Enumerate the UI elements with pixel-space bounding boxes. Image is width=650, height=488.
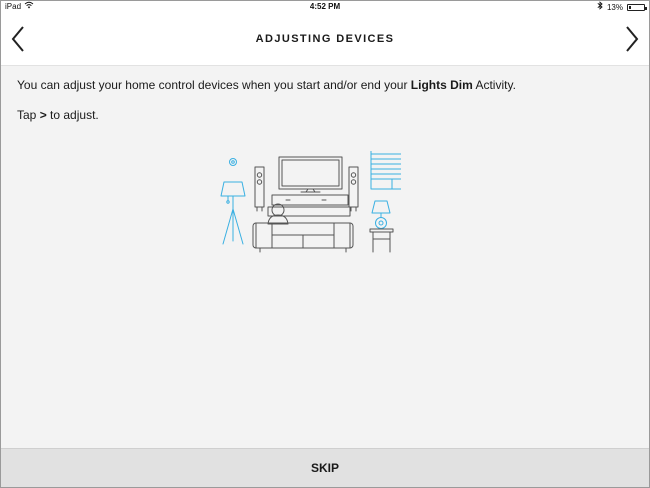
sofa-icon (252, 222, 354, 253)
navigation-bar: ADJUSTING DEVICES (1, 13, 649, 66)
app-screen: iPad 4:52 PM 13% ADJUSTING DEVICES You c… (0, 0, 650, 488)
instruction-tap-suffix: to adjust. (46, 108, 99, 122)
light-bulb-icon (229, 158, 237, 166)
forward-button[interactable] (617, 23, 643, 55)
activity-name: Lights Dim (410, 78, 473, 92)
chevron-symbol: > (39, 108, 47, 122)
side-table-icon (369, 228, 394, 253)
instruction-adjust-suffix: Activity. (472, 78, 516, 92)
status-time: 4:52 PM (309, 2, 341, 11)
skip-button[interactable]: SKIP (1, 449, 649, 487)
bottom-bar: SKIP (1, 448, 649, 487)
instruction-adjust-text: You can adjust your home control devices… (17, 78, 411, 92)
speaker-left-icon (254, 166, 265, 212)
window-blind-icon (370, 148, 435, 190)
instruction-tap-text: Tap (17, 108, 40, 122)
status-bar: iPad 4:52 PM 13% (1, 1, 649, 13)
instructions: You can adjust your home control devices… (17, 77, 627, 137)
page-title: ADJUSTING DEVICES (255, 33, 395, 45)
battery-icon (627, 4, 647, 11)
floor-lamp-icon (220, 181, 246, 245)
instruction-adjust: You can adjust your home control devices… (17, 77, 627, 93)
battery-percent: 13% (606, 2, 623, 12)
chevron-right-icon (626, 26, 639, 52)
tv-icon (278, 156, 343, 193)
media-console-icon (267, 194, 351, 217)
battery-level (629, 6, 631, 9)
living-room-illustration (216, 148, 435, 256)
table-lamp-icon (371, 200, 391, 229)
speaker-right-icon (348, 166, 359, 212)
instruction-tap: Tap > to adjust. (17, 107, 627, 123)
